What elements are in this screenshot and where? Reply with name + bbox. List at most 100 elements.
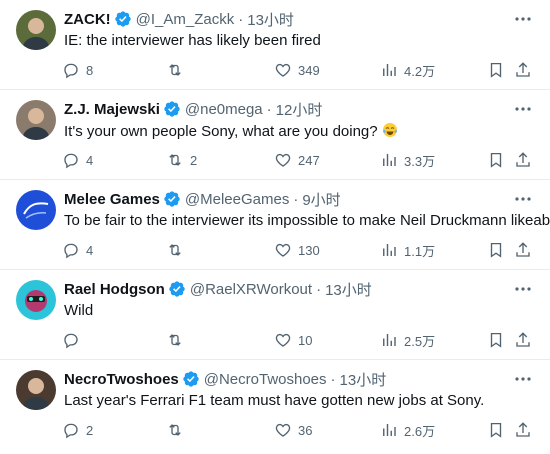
more-options-icon[interactable] <box>514 12 532 26</box>
timestamp[interactable]: 9小时 <box>302 189 340 210</box>
tweet[interactable]: Rael Hodgson @RaelXRWorkout · 13小时 Wild <box>0 270 550 360</box>
more-options-icon[interactable] <box>514 372 532 386</box>
share-icon <box>516 422 530 437</box>
tweet-header: Melee Games @MeleeGames · 9小时 <box>64 188 341 210</box>
timestamp[interactable]: 12小时 <box>276 99 323 120</box>
user-handle[interactable]: @I_Am_Zackk <box>136 11 235 28</box>
bookmark-button[interactable] <box>487 240 505 260</box>
views-button[interactable]: 1.1万 <box>380 240 435 260</box>
reply-button[interactable] <box>62 330 86 350</box>
verified-badge-icon <box>183 371 199 387</box>
views-count: 4.2万 <box>404 63 436 79</box>
user-handle[interactable]: @ne0mega <box>185 101 263 118</box>
like-count: 130 <box>298 242 320 258</box>
reply-feed: ZACK! @I_Am_Zackk · 13小时 IE: the intervi… <box>0 0 550 454</box>
timestamp[interactable]: 13小时 <box>325 279 372 300</box>
user-handle[interactable]: @RaelXRWorkout <box>190 281 312 298</box>
heart-icon <box>275 243 291 257</box>
retweet-icon <box>169 64 181 76</box>
retweet-icon <box>169 154 181 166</box>
heart-icon <box>275 423 291 437</box>
tweet[interactable]: ZACK! @I_Am_Zackk · 13小时 IE: the intervi… <box>0 0 550 90</box>
tweet-text: Last year's Ferrari F1 team must have go… <box>64 392 485 409</box>
avatar-character-icon <box>16 280 56 320</box>
reply-button[interactable]: 4 <box>62 240 93 260</box>
reply-button[interactable]: 8 <box>62 60 93 80</box>
display-name[interactable]: Rael Hodgson <box>64 281 165 298</box>
separator-dot: · <box>238 10 244 28</box>
share-icon <box>516 242 530 257</box>
avatar[interactable] <box>16 10 56 50</box>
reply-button[interactable]: 4 <box>62 150 93 170</box>
share-icon <box>516 332 530 347</box>
display-name[interactable]: NecroTwoshoes <box>64 371 179 388</box>
bookmark-icon <box>490 422 502 438</box>
like-count: 247 <box>298 152 320 168</box>
display-name[interactable]: ZACK! <box>64 11 111 28</box>
separator-dot: · <box>330 370 336 388</box>
user-handle[interactable]: @MeleeGames <box>185 191 289 208</box>
bookmark-icon <box>490 152 502 168</box>
bookmark-button[interactable] <box>487 420 505 440</box>
views-chart-icon <box>383 424 396 436</box>
views-chart-icon <box>383 154 396 166</box>
views-button[interactable]: 3.3万 <box>380 150 435 170</box>
reply-button[interactable]: 2 <box>62 420 93 440</box>
timestamp[interactable]: 13小时 <box>247 9 294 30</box>
action-bar: 10 2.5万 <box>0 330 550 350</box>
like-button[interactable]: 36 <box>274 420 312 440</box>
retweet-button[interactable]: 2 <box>166 150 197 170</box>
bookmark-button[interactable] <box>487 60 505 80</box>
share-button[interactable] <box>514 330 532 350</box>
retweet-count: 2 <box>190 152 198 168</box>
reply-icon <box>64 333 78 349</box>
like-button[interactable]: 349 <box>274 60 320 80</box>
heart-icon <box>275 63 291 77</box>
bookmark-button[interactable] <box>487 150 505 170</box>
avatar[interactable] <box>16 190 56 230</box>
retweet-button[interactable] <box>166 420 190 440</box>
tweet-text: IE: the interviewer has likely been fire… <box>64 32 321 49</box>
views-count: 2.6万 <box>404 423 436 439</box>
like-button[interactable]: 247 <box>274 150 320 170</box>
share-button[interactable] <box>514 420 532 440</box>
views-button[interactable]: 2.5万 <box>380 330 435 350</box>
heart-icon <box>275 333 291 347</box>
tweet[interactable]: Z.J. Majewski @ne0mega · 12小时 It's your … <box>0 90 550 180</box>
timestamp[interactable]: 13小时 <box>340 369 387 390</box>
tweet[interactable]: Melee Games @MeleeGames · 9小时 To be fair… <box>0 180 550 270</box>
views-button[interactable]: 2.6万 <box>380 420 435 440</box>
action-bar: 4 2 247 3.3万 <box>0 150 550 170</box>
separator-dot: · <box>293 190 299 208</box>
action-bar: 8 349 4.2万 <box>0 60 550 80</box>
retweet-icon <box>169 244 181 256</box>
melee-games-logo-icon <box>16 190 56 230</box>
user-handle[interactable]: @NecroTwoshoes <box>204 371 327 388</box>
more-options-icon[interactable] <box>514 192 532 206</box>
share-button[interactable] <box>514 150 532 170</box>
avatar[interactable] <box>16 100 56 140</box>
display-name[interactable]: Melee Games <box>64 191 160 208</box>
avatar[interactable] <box>16 370 56 410</box>
more-options-icon[interactable] <box>514 102 532 116</box>
tweet-text: To be fair to the interviewer its imposs… <box>64 212 550 229</box>
verified-badge-icon <box>169 281 185 297</box>
views-button[interactable]: 4.2万 <box>380 60 435 80</box>
share-button[interactable] <box>514 240 532 260</box>
views-chart-icon <box>383 244 396 256</box>
separator-dot: · <box>316 280 322 298</box>
retweet-button[interactable] <box>166 60 190 80</box>
like-button[interactable]: 10 <box>274 330 312 350</box>
views-count: 1.1万 <box>404 243 436 259</box>
share-button[interactable] <box>514 60 532 80</box>
display-name[interactable]: Z.J. Majewski <box>64 101 160 118</box>
like-button[interactable]: 130 <box>274 240 320 260</box>
bookmark-button[interactable] <box>487 330 505 350</box>
more-options-icon[interactable] <box>514 282 532 296</box>
reply-count: 4 <box>86 152 94 168</box>
retweet-button[interactable] <box>166 330 190 350</box>
tweet[interactable]: NecroTwoshoes @NecroTwoshoes · 13小时 Last… <box>0 360 550 454</box>
reply-icon <box>64 63 78 79</box>
avatar[interactable] <box>16 280 56 320</box>
retweet-button[interactable] <box>166 240 190 260</box>
